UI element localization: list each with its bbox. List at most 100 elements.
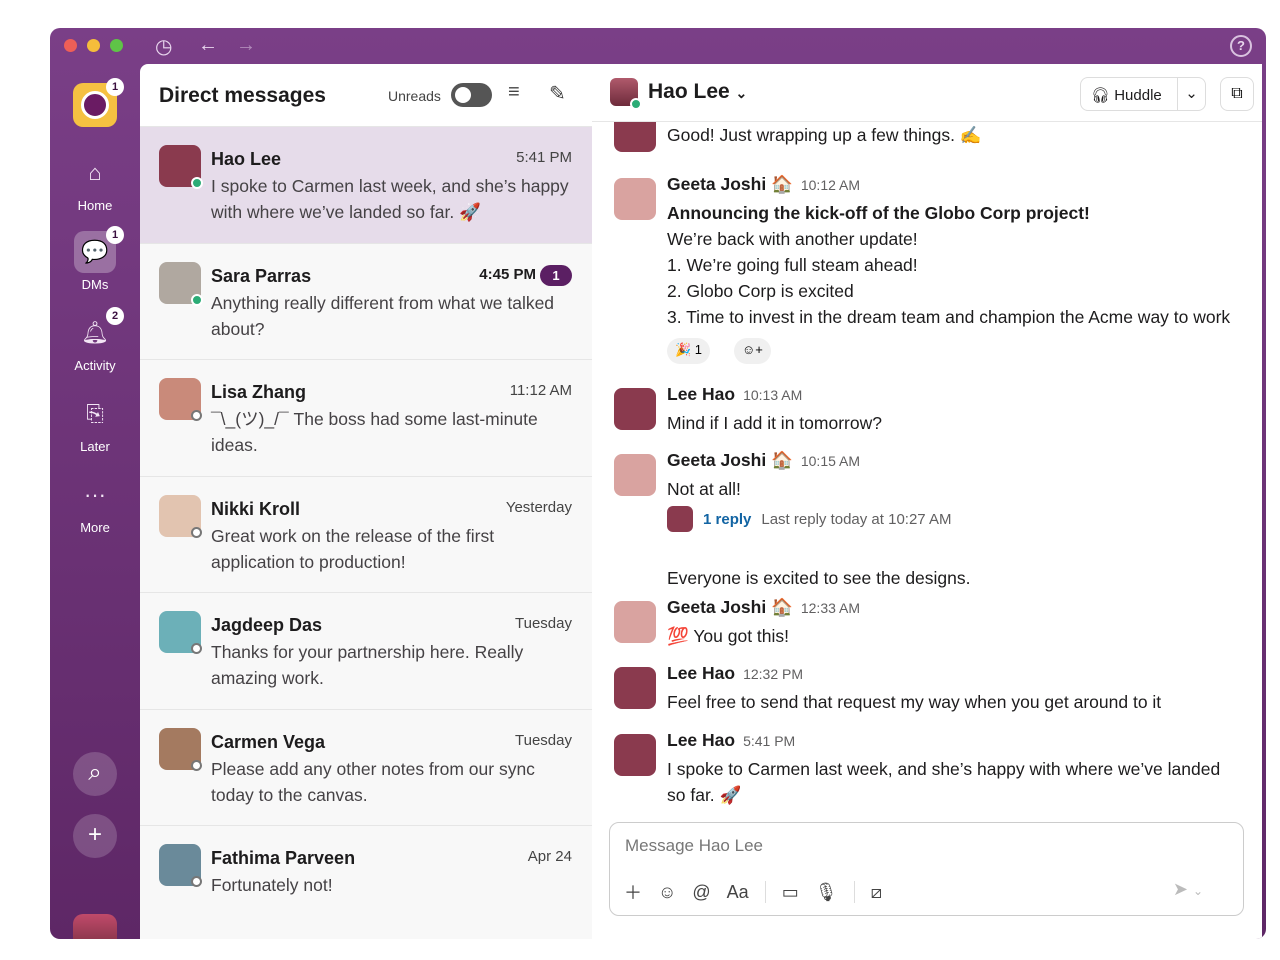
message-text: Announcing the kick-off of the Globo Cor… [667, 203, 1090, 223]
sidebar-item-later[interactable]: ⎘ Later [50, 393, 140, 454]
sidebar-item-dms[interactable]: 💬 DMs [50, 231, 140, 292]
timestamp: Tuesday [515, 731, 572, 749]
sender-name-text: Geeta Joshi 🏠 [667, 597, 793, 617]
compose-icon[interactable]: ✎ [549, 81, 566, 106]
emoji-icon[interactable]: ☺ [658, 882, 676, 903]
avatar[interactable] [614, 178, 656, 220]
timestamp: 10:13 AM [743, 387, 803, 403]
headphones-icon: 🎧︎ [1091, 87, 1111, 104]
message-input[interactable]: Message Hao Lee [625, 836, 763, 856]
status-indicator [191, 759, 202, 771]
dm-list-item[interactable]: Jagdeep Das Tuesday Thanks for your part… [140, 593, 592, 710]
dm-panel: Direct messages Unreads ≡ ✎ Hao Lee 5:41… [140, 64, 592, 939]
contact-name: Hao Lee [211, 149, 282, 169]
microphone-icon[interactable]: 🎙︎ [815, 882, 838, 903]
zoom-window-button[interactable] [110, 39, 123, 52]
conversation-name: Hao Lee [648, 80, 730, 103]
activity-badge: 2 [106, 307, 124, 325]
dms-label: DMs [81, 277, 109, 292]
close-window-button[interactable] [64, 39, 77, 52]
thread-summary[interactable]: 1 reply Last reply today at 10:27 AM [667, 506, 952, 532]
reaction-party[interactable]: 🎉 1 [667, 338, 711, 364]
status-indicator [191, 293, 203, 306]
filter-icon[interactable]: ≡ [508, 81, 520, 104]
timestamp: 5:41 PM [743, 733, 796, 749]
sender-name[interactable]: Geeta Joshi 🏠 10:15 AM [667, 450, 860, 471]
search-icon[interactable]: ⌕ [73, 752, 117, 796]
message-preview: Anything really different from what we t… [211, 292, 555, 339]
divider [853, 881, 855, 903]
huddle-button[interactable]: 🎧︎ Huddle ⌄ [1080, 77, 1206, 111]
avatar[interactable] [614, 388, 656, 430]
message-text: Mind if I add it in tomorrow? [667, 413, 882, 433]
timestamp: Apr 24 [527, 848, 572, 865]
timestamp: 12:32 PM [743, 666, 804, 682]
avatar[interactable] [614, 667, 656, 709]
dm-list-item[interactable]: Fathima Parveen Apr 24 Fortunately not! [140, 826, 592, 939]
message-preview: Thanks for your partnership here. Really… [211, 642, 524, 688]
more-label: More [80, 520, 110, 535]
mention-icon[interactable]: @ [692, 882, 710, 903]
dm-list-item[interactable]: Hao Lee 5:41 PM I spoke to Carmen last w… [140, 127, 592, 244]
message-preview: Fortunately not! [211, 875, 333, 895]
help-icon[interactable]: ? [1230, 35, 1252, 57]
sidebar-item-home[interactable]: ⌂ Home [50, 152, 140, 213]
dm-list-item[interactable]: Lisa Zhang 11:12 AM ¯\_(ツ)_/¯ The boss h… [140, 360, 592, 477]
status-indicator [191, 177, 203, 189]
contact-name: Fathima Parveen [211, 848, 356, 868]
conversation-pane: Hao Lee ⌄ 🎧︎ Huddle ⌄ ⧉ Good! Just wrappi… [592, 64, 1262, 939]
sender-name[interactable]: Lee Hao 5:41 PM [667, 730, 795, 751]
minimize-window-button[interactable] [87, 39, 100, 52]
contact-name: Carmen Vega [211, 731, 326, 752]
sender-name-text: Lee Hao [667, 730, 736, 750]
dm-list-item[interactable]: Nikki Kroll Yesterday Great work on the … [140, 476, 592, 593]
reply-count-link[interactable]: 1 reply [703, 511, 751, 528]
message-preview: Great work on the release of the first a… [211, 525, 495, 572]
later-label: Later [80, 439, 110, 454]
conversation-title[interactable]: Hao Lee ⌄ [648, 80, 747, 104]
dm-list-item[interactable]: Carmen Vega Tuesday Please add any other… [140, 709, 592, 826]
message-text: 2. Globo Corp is excited [667, 281, 854, 301]
home-icon: ⌂ [88, 160, 102, 185]
shortcut-icon[interactable]: ⧄ [871, 882, 882, 903]
online-status [630, 98, 642, 110]
more-icon: ··· [84, 482, 106, 507]
create-new-button[interactable]: + [73, 814, 117, 858]
titlebar: ◷ ← → ? [50, 28, 1266, 64]
timestamp: Tuesday [515, 615, 572, 632]
sender-name[interactable]: Geeta Joshi 🏠 10:12 AM [667, 174, 860, 195]
back-arrow-icon[interactable]: ← [198, 34, 218, 57]
sender-name[interactable]: Lee Hao 10:13 AM [667, 384, 802, 405]
message-text: We’re back with another update! [667, 229, 918, 249]
message-preview: ¯\_(ツ)_/¯ The boss had some last-minute … [211, 409, 538, 455]
add-reaction-icon[interactable]: ☺+ [734, 338, 771, 364]
canvas-icon[interactable]: ⧉ [1220, 77, 1254, 111]
dm-list-item[interactable]: Sara Parras 4:45 PM 1 Anything really di… [140, 243, 592, 360]
plus-icon[interactable]: ＋ [624, 879, 642, 905]
timestamp: 10:15 AM [800, 453, 861, 469]
video-icon[interactable]: ▭ [782, 882, 799, 903]
sender-name[interactable]: Geeta Joshi 🏠 12:33 AM [667, 597, 860, 618]
chevron-down-icon[interactable]: ⌄ [1177, 78, 1205, 110]
user-avatar[interactable] [73, 914, 117, 939]
history-icon[interactable]: ◷ [155, 34, 172, 59]
sender-name-text: Geeta Joshi 🏠 [667, 174, 793, 194]
message-text: 1. We’re going full steam ahead! [667, 255, 918, 275]
sidebar-item-activity[interactable]: 🔔︎ Activity [50, 312, 140, 373]
avatar[interactable] [614, 734, 656, 776]
message-composer[interactable]: Message Hao Lee ＋ ☺ @ Aa ▭ 🎙︎ ⧄ ➤ ⌄ [609, 822, 1244, 916]
unreads-toggle[interactable] [451, 83, 492, 107]
contact-name: Nikki Kroll [211, 498, 301, 519]
format-icon[interactable]: Aa [727, 882, 749, 903]
avatar[interactable] [614, 454, 656, 496]
unreads-label: Unreads [388, 88, 441, 104]
contact-name: Sara Parras [211, 265, 312, 286]
sender-name[interactable]: Lee Hao 12:32 PM [667, 663, 803, 684]
page-title: Direct messages [159, 84, 326, 107]
send-icon[interactable]: ➤ ⌄ [1173, 879, 1203, 900]
avatar[interactable] [614, 601, 656, 643]
workspace-badge: 1 [106, 78, 124, 96]
sidebar-item-more[interactable]: ··· More [50, 474, 140, 535]
forward-arrow-icon[interactable]: → [236, 34, 256, 57]
home-label: Home [77, 198, 113, 213]
